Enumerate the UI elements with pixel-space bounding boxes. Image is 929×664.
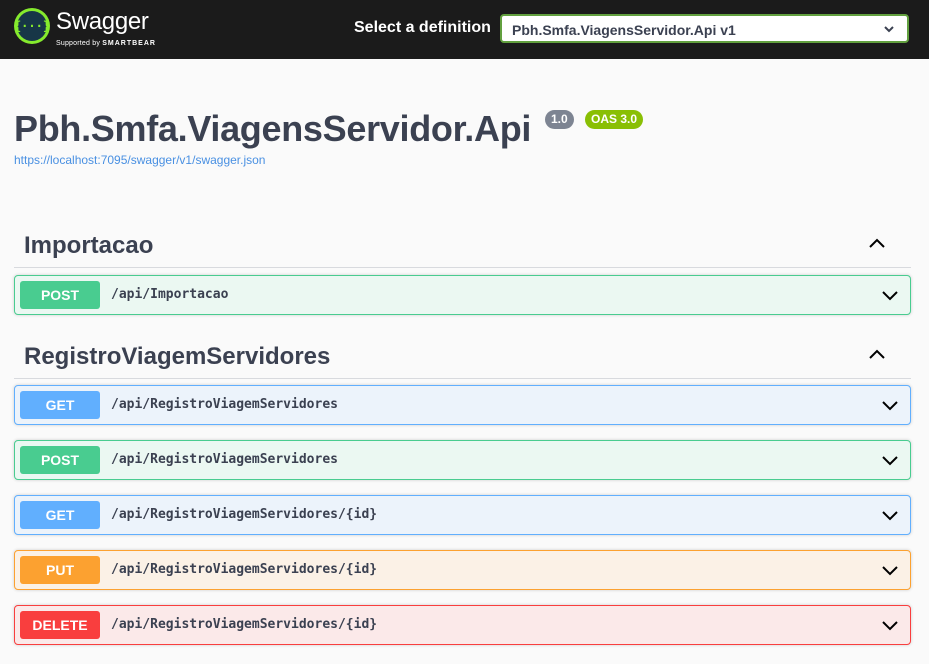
operation-delete-registro-by-id[interactable]: DELETE /api/RegistroViagemServidores/{id… [14,605,911,645]
method-badge: GET [20,501,100,529]
method-badge: DELETE [20,611,100,639]
brand-name[interactable]: Swagger [56,8,149,36]
operation-post-registros[interactable]: POST /api/RegistroViagemServidores [14,440,911,480]
chevron-up-icon[interactable] [867,234,887,254]
api-title: Pbh.Smfa.ViagensServidor.Api [14,108,532,149]
version-badge: 1.0 [545,110,574,129]
chevron-up-icon[interactable] [867,345,887,365]
operation-path: /api/RegistroViagemServidores/{id} [111,562,378,577]
operation-path: /api/RegistroViagemServidores/{id} [111,507,378,522]
method-badge: POST [20,281,100,309]
operation-get-registro-by-id[interactable]: GET /api/RegistroViagemServidores/{id} [14,495,911,535]
operation-path: /api/RegistroViagemServidores/{id} [111,617,378,632]
chevron-down-icon[interactable] [880,450,900,470]
spec-url-link[interactable]: https://localhost:7095/swagger/v1/swagge… [14,153,265,167]
definition-select-value: Pbh.Smfa.ViagensServidor.Api v1 [512,22,736,38]
operation-post-importacao[interactable]: POST /api/Importacao [14,275,911,315]
chevron-down-icon[interactable] [880,285,900,305]
tag-name: Importacao [24,232,154,259]
chevron-down-icon[interactable] [880,505,900,525]
tag-header-registroviagemservidores[interactable]: RegistroViagemServidores [14,333,911,379]
operation-path: /api/RegistroViagemServidores [111,397,338,412]
chevron-down-icon[interactable] [880,560,900,580]
svg-text:{···}: {···} [14,19,50,33]
chevron-down-icon [884,26,894,33]
operation-put-registro-by-id[interactable]: PUT /api/RegistroViagemServidores/{id} [14,550,911,590]
supported-by-text: Supported by [56,40,101,47]
method-badge: PUT [20,556,100,584]
operation-get-registros[interactable]: GET /api/RegistroViagemServidores [14,385,911,425]
definition-select[interactable]: Pbh.Smfa.ViagensServidor.Api v1 [500,14,909,43]
oas-badge: OAS 3.0 [585,110,644,129]
topbar: {···} Swagger Supported by SMARTBEAR Sel… [0,0,929,59]
tag-header-importacao[interactable]: Importacao [14,222,911,268]
smartbear-text: SMARTBEAR [102,40,156,47]
operation-path: /api/Importacao [111,287,229,302]
swagger-logo-icon[interactable]: {···} [14,8,50,44]
method-badge: POST [20,446,100,474]
tag-name: RegistroViagemServidores [24,343,331,370]
chevron-down-icon[interactable] [880,615,900,635]
brand-tagline: Supported by SMARTBEAR [56,40,156,47]
method-badge: GET [20,391,100,419]
definition-label: Select a definition [354,19,491,36]
chevron-down-icon[interactable] [880,395,900,415]
operation-path: /api/RegistroViagemServidores [111,452,338,467]
